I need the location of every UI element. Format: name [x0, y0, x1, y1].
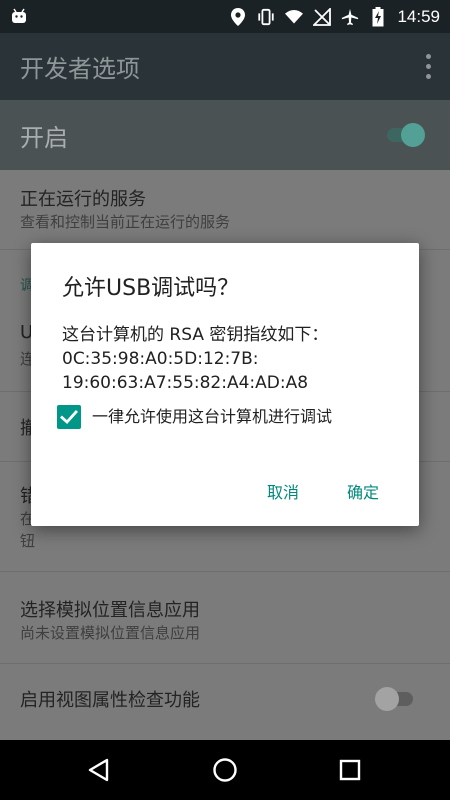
list-item-mock-location[interactable]: 选择模拟位置信息应用 尚未设置模拟位置信息应用 — [0, 572, 450, 664]
always-allow-checkbox[interactable] — [57, 405, 81, 429]
list-item-summary: 钮 — [20, 532, 36, 550]
navigation-bar — [0, 740, 450, 800]
airplane-mode-icon — [341, 8, 359, 26]
dialog-title: 允许USB调试吗？ — [62, 276, 240, 301]
always-allow-checkbox-label[interactable]: 一律允许使用这台计算机进行调试 — [92, 405, 332, 429]
page-title: 开发者选项 — [20, 55, 140, 83]
battery-charging-icon — [369, 6, 387, 26]
list-item-running-services[interactable]: 正在运行的服务 查看和控制当前正在运行的服务 — [0, 170, 450, 250]
status-time: 14:59 — [397, 6, 440, 26]
vibrate-icon — [257, 8, 275, 26]
android-icon — [12, 8, 26, 23]
cancel-button[interactable]: 取消 — [261, 475, 305, 507]
usb-debugging-dialog: 允许USB调试吗？ 这台计算机的 RSA 密钥指纹如下： 0C:35:98:A0… — [31, 243, 419, 526]
status-bar: 14:59 — [0, 0, 450, 33]
dialog-message-line: 0C:35:98:A0:5D:12:7B: — [62, 349, 259, 369]
list-item-summary: 查看和控制当前正在运行的服务 — [20, 213, 231, 231]
more-vert-icon[interactable] — [418, 51, 438, 81]
view-attribute-toggle[interactable] — [375, 684, 415, 714]
master-switch-toggle[interactable] — [385, 120, 425, 150]
ok-button[interactable]: 确定 — [341, 475, 385, 507]
list-item-summary: 尚未设置模拟位置信息应用 — [20, 624, 201, 642]
checkmark-icon — [60, 410, 78, 424]
app-bar: 开发者选项 — [0, 33, 450, 100]
dialog-message-line: 这台计算机的 RSA 密钥指纹如下： — [62, 325, 329, 345]
master-switch-label: 开启 — [20, 124, 68, 152]
recents-icon[interactable] — [335, 755, 365, 785]
wifi-icon — [285, 8, 304, 26]
back-icon[interactable] — [85, 755, 115, 785]
home-icon[interactable] — [210, 755, 240, 785]
dialog-message: 这台计算机的 RSA 密钥指纹如下： 0C:35:98:A0:5D:12:7B:… — [62, 323, 407, 395]
master-switch-bar[interactable]: 开启 — [0, 100, 450, 170]
list-item-title: 选择模拟位置信息应用 — [20, 600, 200, 621]
list-item-view-attribute-inspection[interactable]: 启用视图属性检查功能 — [0, 664, 450, 740]
dialog-message-line: 19:60:63:A7:55:82:A4:AD:A8 — [62, 373, 309, 393]
list-item-title: 正在运行的服务 — [20, 189, 146, 210]
no-signal-icon — [313, 7, 332, 26]
location-icon — [229, 7, 247, 26]
list-item-title: 启用视图属性检查功能 — [20, 690, 200, 711]
